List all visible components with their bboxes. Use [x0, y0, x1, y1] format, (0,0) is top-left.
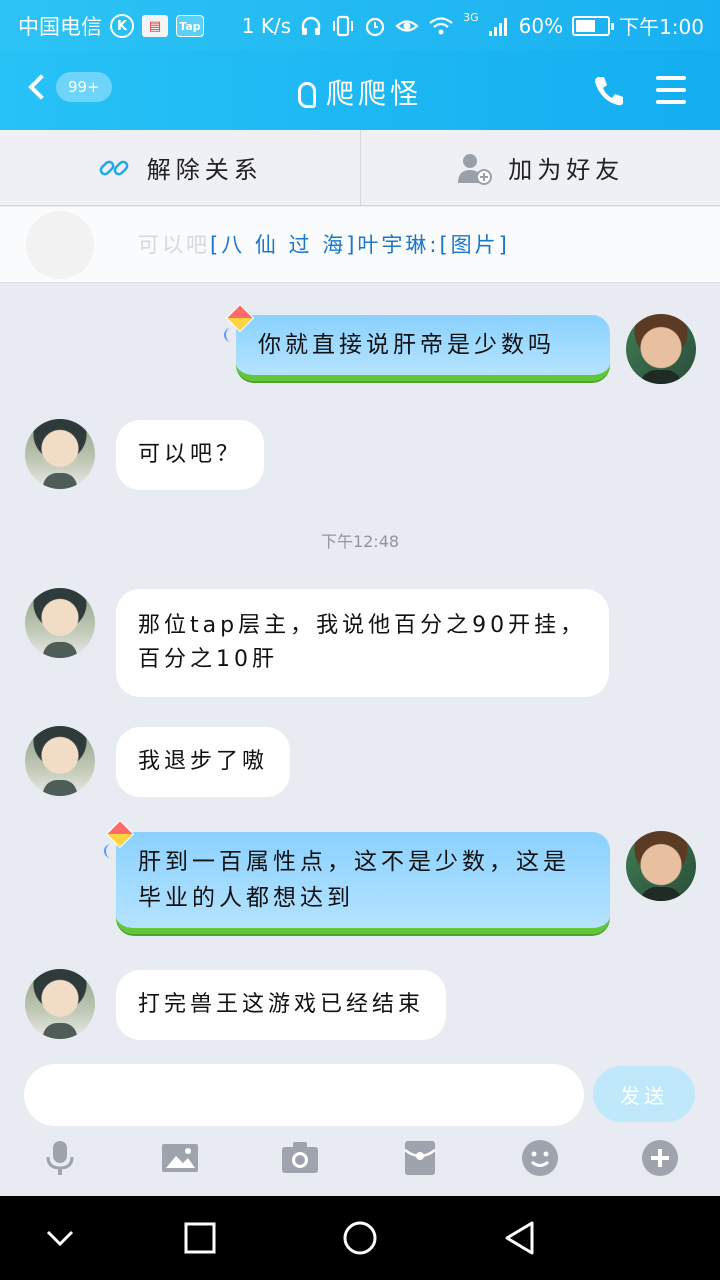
message-bubble-incoming[interactable]: 那位tap层主，我说他百分之90开挂，百分之10肝 — [116, 589, 609, 697]
phone-call-button[interactable] — [592, 74, 626, 108]
avatar[interactable] — [626, 314, 696, 384]
message-text: 你就直接说肝帝是少数吗 — [258, 332, 555, 358]
home-icon[interactable] — [340, 1218, 380, 1258]
message-bubble-outgoing[interactable]: 你就直接说肝帝是少数吗 — [236, 315, 610, 381]
add-friend-button[interactable]: 加为好友 — [361, 130, 720, 205]
plus-icon[interactable] — [640, 1138, 680, 1178]
message-composer: 发送 — [0, 1050, 720, 1196]
message-bubble-incoming[interactable]: 打完兽王这游戏已经结束 — [116, 970, 447, 1040]
banner-text: 可以吧[八 仙 过 海]叶宇琳:[图片] — [138, 229, 510, 259]
kuwo-k-icon: K — [110, 14, 134, 38]
menu-button[interactable] — [656, 76, 686, 104]
battery-icon — [572, 15, 615, 36]
avatar[interactable] — [25, 588, 95, 658]
avatar[interactable] — [25, 969, 95, 1039]
chat-title: 爬爬怪 — [325, 77, 422, 110]
network-type: 3G — [463, 11, 479, 24]
message-timestamp: 下午12:48 — [320, 532, 400, 551]
system-navigation-bar — [0, 1196, 720, 1280]
broken-link-icon — [99, 160, 129, 175]
status-bar: 中国电信 K ▤ Tap 1 K/s 3G 60% 下午1:00 — [0, 0, 720, 50]
vibrate-icon — [333, 15, 354, 36]
banner-message: [八 仙 过 海]叶宇琳:[图片] — [210, 233, 510, 257]
message-text: 可以吧？ — [138, 442, 243, 467]
avatar — [26, 211, 94, 279]
send-button[interactable]: 发送 — [593, 1066, 695, 1122]
add-user-icon — [458, 153, 493, 185]
message-input[interactable] — [24, 1064, 584, 1126]
add-friend-label: 加为好友 — [508, 156, 625, 184]
avatar[interactable] — [626, 831, 696, 901]
collapse-icon[interactable] — [40, 1218, 80, 1258]
microphone-icon[interactable] — [40, 1138, 80, 1178]
message-bubble-incoming[interactable]: 可以吧？ — [116, 420, 265, 490]
eye-icon — [395, 19, 419, 32]
battery-percent: 60% — [518, 13, 564, 38]
unfriend-button[interactable]: 解除关系 — [0, 130, 361, 205]
kite-icon — [224, 303, 255, 342]
kite-icon — [104, 819, 135, 858]
avatar[interactable] — [25, 726, 95, 796]
carrier-label: 中国电信 — [18, 15, 102, 39]
red-packet-icon[interactable] — [400, 1138, 440, 1178]
headphones-icon — [301, 16, 321, 35]
ear-icon — [297, 82, 316, 108]
camera-icon[interactable] — [280, 1138, 320, 1178]
tap-icon: Tap — [176, 15, 204, 37]
alarm-icon — [365, 17, 385, 36]
back-icon[interactable] — [500, 1218, 540, 1258]
message-bubble-incoming[interactable]: 我退步了嗷 — [116, 727, 291, 797]
signal-icon — [488, 17, 507, 36]
recents-icon[interactable] — [180, 1218, 220, 1258]
message-text: 我退步了嗷 — [138, 749, 269, 774]
banner-ghost-text: 可以吧 — [138, 233, 210, 257]
message-text: 那位tap层主，我说他百分之90开挂，百分之10肝 — [138, 613, 587, 672]
wifi-icon — [429, 16, 453, 34]
composer-toolbar — [0, 1138, 720, 1184]
friend-action-bar: 解除关系 加为好友 — [0, 130, 720, 206]
message-text: 打完兽王这游戏已经结束 — [138, 992, 425, 1017]
avatar[interactable] — [25, 419, 95, 489]
status-time: 下午1:00 — [619, 15, 704, 39]
emoji-icon[interactable] — [520, 1138, 560, 1178]
book-icon: ▤ — [142, 15, 168, 37]
group-message-banner[interactable]: 可以吧[八 仙 过 海]叶宇琳:[图片] — [0, 207, 720, 283]
network-speed: 1 K/s — [241, 13, 292, 38]
message-bubble-outgoing[interactable]: 肝到一百属性点，这不是少数，这是毕业的人都想达到 — [116, 832, 610, 934]
unfriend-label: 解除关系 — [146, 156, 263, 184]
message-text: 肝到一百属性点，这不是少数，这是毕业的人都想达到 — [138, 849, 570, 911]
chat-header: 99+ 爬爬怪 — [0, 50, 720, 130]
image-icon[interactable] — [160, 1138, 200, 1178]
